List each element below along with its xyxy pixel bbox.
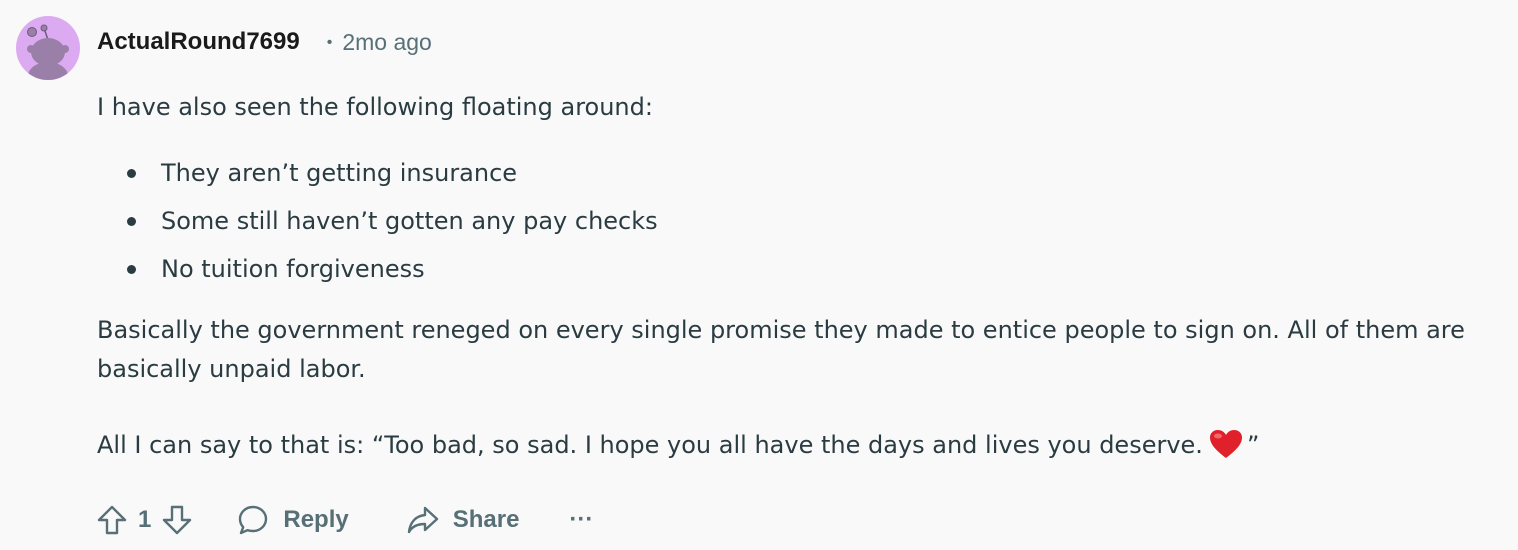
timestamp[interactable]: 2mo ago — [342, 29, 432, 56]
comment: ActualRound7699 • 2mo ago I have also se… — [0, 0, 1518, 550]
paragraph-text: All I can say to that is: “Too bad, so s… — [97, 431, 1203, 459]
list-item: No tuition forgiveness — [127, 245, 1507, 293]
username-link[interactable]: ActualRound7699 — [97, 28, 300, 56]
vote-score: 1 — [138, 506, 152, 533]
share-arrow-icon — [403, 500, 443, 540]
list-item-text: No tuition forgiveness — [161, 255, 425, 283]
red-heart-emoji-icon — [1209, 429, 1243, 471]
comment-meta: ActualRound7699 • 2mo ago — [97, 28, 432, 56]
reply-button[interactable]: Reply — [233, 500, 349, 540]
comment-paragraph: Basically the government reneged on ever… — [97, 316, 1465, 383]
more-options-button[interactable]: ··· — [569, 506, 593, 534]
arrow-down-icon[interactable] — [157, 500, 197, 540]
bullet-dot — [127, 169, 136, 178]
arrow-up-icon[interactable] — [92, 500, 132, 540]
bullet-dot — [127, 265, 136, 274]
more-options-icon: ··· — [569, 506, 594, 533]
list-item-text: Some still haven’t gotten any pay checks — [161, 207, 658, 235]
reply-label: Reply — [283, 506, 349, 533]
share-button[interactable]: Share — [403, 500, 520, 540]
bullet-list: They aren’t getting insurance Some still… — [97, 149, 1507, 293]
paragraph-text: ” — [1246, 431, 1260, 459]
list-item: Some still haven’t gotten any pay checks — [127, 197, 1507, 245]
user-avatar-icon[interactable] — [16, 16, 80, 80]
comment-body: I have also seen the following floating … — [97, 88, 1507, 465]
comment-paragraph: All I can say to that is: “Too bad, so s… — [97, 423, 1507, 465]
list-item-text: They aren’t getting insurance — [161, 159, 518, 187]
comment-intro: I have also seen the following floating … — [97, 93, 653, 121]
share-label: Share — [452, 506, 520, 533]
list-item: They aren’t getting insurance — [127, 149, 1507, 197]
bullet-dot — [127, 217, 136, 226]
comment-action-bar: 1 Reply Share ··· — [92, 500, 593, 540]
speech-bubble-icon — [233, 500, 273, 540]
vote-group: 1 — [92, 500, 197, 540]
meta-separator: • — [326, 34, 333, 51]
